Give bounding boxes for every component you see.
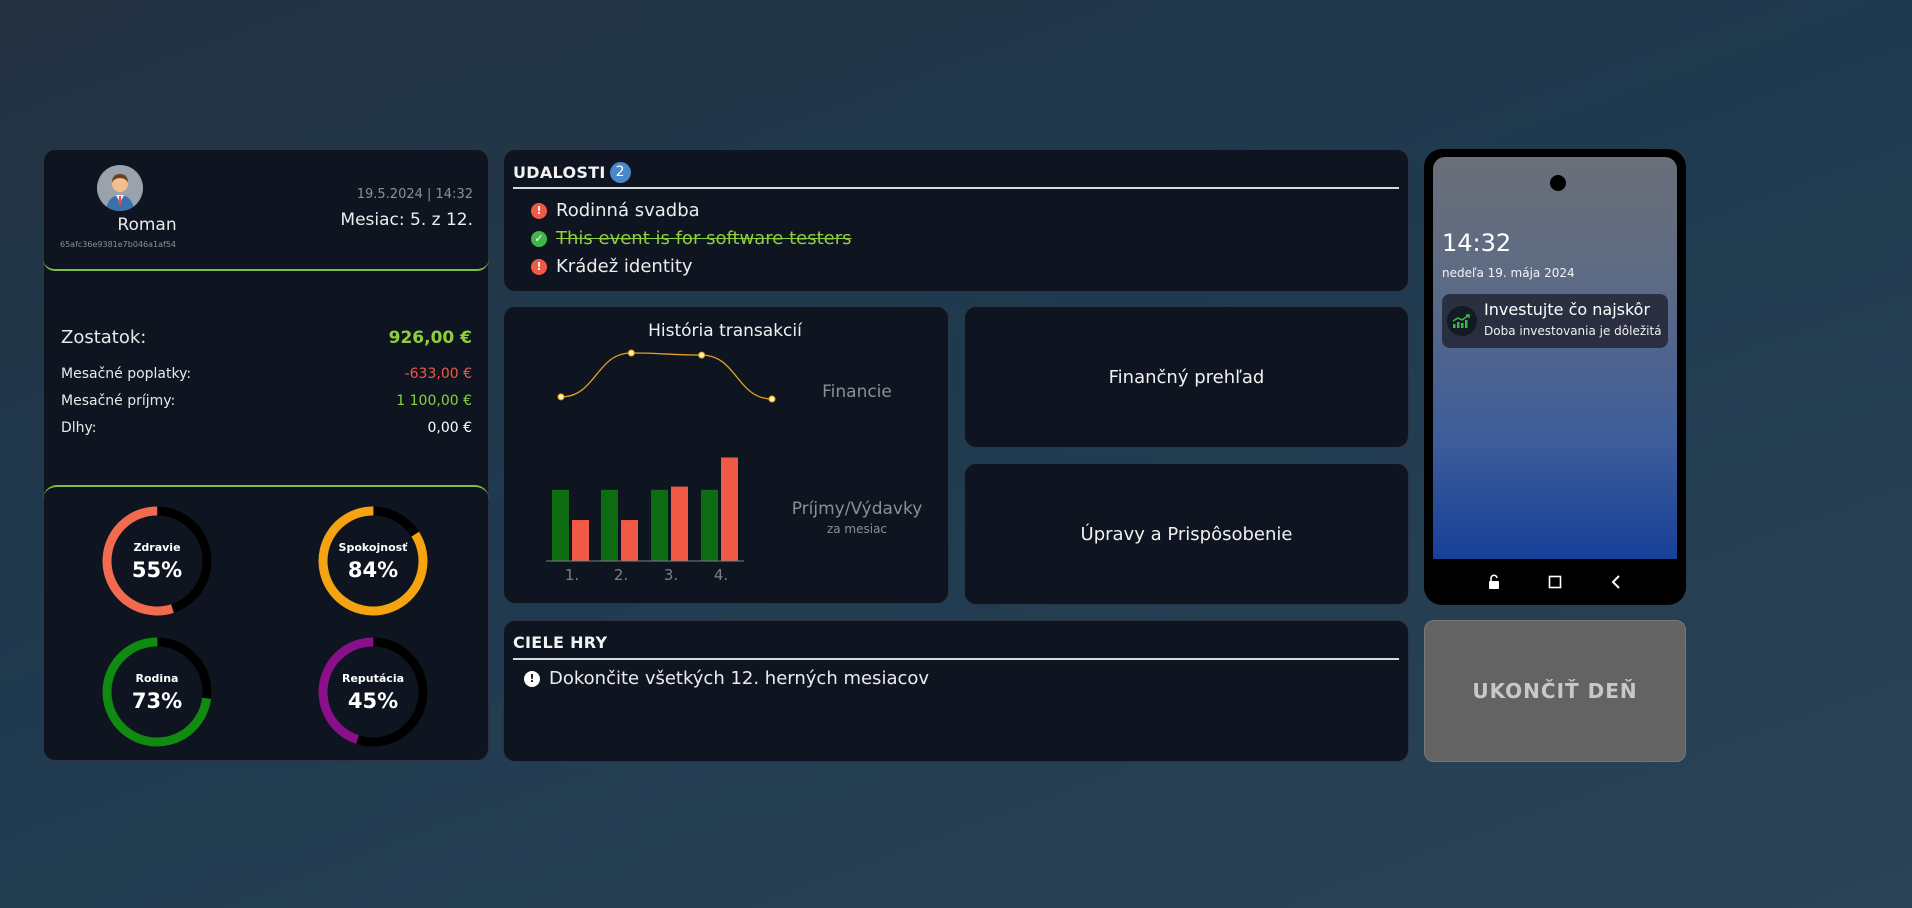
overview-label: Finančný prehľad (1108, 366, 1265, 388)
history-panel[interactable]: História transakcií Financie 1. 2. 3. 4. Pr… (503, 306, 949, 604)
events-count-badge: 2 (609, 162, 631, 183)
event-label: This event is for software testers (556, 228, 852, 249)
gauge-value: 45% (347, 689, 399, 713)
bar (601, 489, 618, 561)
unlock-icon[interactable] (1482, 570, 1506, 594)
bar (621, 520, 638, 561)
settings-label: Úpravy a Prispôsobenie (1080, 523, 1293, 545)
events-panel: UDALOSTI 2 ! Rodinná svadba ✓ This event… (503, 149, 1409, 292)
gauge-family: Rodina 73% (99, 634, 215, 750)
gauge-label: Spokojnosť (338, 541, 408, 554)
goals-title-text: CIELE HRY (513, 633, 608, 652)
bar (721, 457, 738, 561)
check-icon: ✓ (531, 230, 547, 247)
gauge-value: 55% (131, 558, 183, 582)
gauge-reputation: Reputácia 45% (315, 634, 431, 750)
profile-header: Roman 65afc36e9381e7b046a1af54 19.5.2024… (43, 149, 489, 271)
gauge-value: 73% (131, 689, 183, 713)
phone-screen: 14:32 nedeľa 19. mája 2024 Investujte čo… (1433, 157, 1677, 559)
events-title-text: UDALOSTI (513, 163, 606, 182)
avatar[interactable] (97, 165, 143, 211)
income-value: 1 100,00 € (396, 393, 472, 409)
balance-label: Zostatok: (61, 327, 147, 348)
stats-box: Zdravie 55% Spokojnosť 84% Rodina 73% Re… (43, 485, 489, 762)
financie-line (560, 352, 773, 400)
bar (552, 489, 569, 561)
line-point (768, 395, 776, 403)
x-tick-label: 3. (664, 566, 678, 584)
line-point (557, 393, 565, 401)
profile-panel: Roman 65afc36e9381e7b046a1af54 19.5.2024… (43, 149, 489, 761)
x-tick-label: 2. (614, 566, 628, 584)
bar (671, 486, 688, 561)
goal-item: ! Dokončite všetkých 12. herných mesiaco… (524, 668, 929, 689)
history-title: História transakcií (648, 321, 803, 341)
divider (513, 187, 1399, 189)
phone-date: nedeľa 19. mája 2024 (1442, 266, 1575, 280)
balance-value: 926,00 € (388, 327, 472, 348)
phone-widget: 14:32 nedeľa 19. mája 2024 Investujte čo… (1424, 149, 1686, 605)
line-point (627, 349, 635, 357)
event-label: Krádež identity (556, 256, 693, 277)
divider (513, 658, 1399, 660)
gauge-value: 84% (347, 558, 399, 582)
debts-value: 0,00 € (427, 420, 472, 436)
debts-label: Dlhy: (61, 420, 97, 436)
home-square-icon[interactable] (1543, 570, 1567, 594)
gauge-label: Reputácia (341, 672, 405, 685)
phone-clock: 14:32 (1442, 229, 1512, 257)
history-chart: História transakcií Financie 1. 2. 3. 4. Pr… (546, 321, 923, 584)
x-tick-label: 4. (714, 566, 728, 584)
financial-overview-tile[interactable]: Finančný prehľad (964, 306, 1409, 448)
exclamation-icon: ! (524, 670, 540, 687)
settings-tile[interactable]: Úpravy a Prispôsobenie (964, 463, 1409, 605)
gauge-health: Zdravie 55% (99, 503, 215, 619)
end-day-button[interactable]: UKONČIŤ DEŇ (1424, 620, 1686, 762)
datetime: 19.5.2024 | 14:32 (356, 187, 473, 202)
goal-label: Dokončite všetkých 12. herných mesiacov (549, 668, 930, 689)
fees-row: Mesačné poplatky: -633,00 € (61, 366, 472, 382)
balance-row: Zostatok: 926,00 € (61, 327, 472, 348)
x-tick-label: 1. (565, 566, 579, 584)
bar (701, 489, 718, 561)
exclamation-icon: ! (531, 202, 547, 219)
debts-row: Dlhy: 0,00 € (61, 420, 472, 436)
phone-navbar (1424, 559, 1686, 605)
event-label: Rodinná svadba (556, 200, 700, 221)
exclamation-icon: ! (531, 258, 547, 275)
line-chart-label: Financie (822, 382, 892, 402)
fees-label: Mesačné poplatky: (61, 366, 192, 382)
bar (651, 489, 668, 561)
chart-up-icon (1447, 306, 1477, 336)
gauge-satisfaction: Spokojnosť 84% (315, 503, 431, 619)
income-label: Mesačné príjmy: (61, 393, 176, 409)
user-id: 65afc36e9381e7b046a1af54 (60, 240, 177, 249)
back-icon[interactable] (1604, 570, 1628, 594)
bar-chart-sublabel: za mesiac (827, 522, 887, 536)
user-name: Roman (117, 215, 177, 235)
gauge-label: Rodina (135, 672, 179, 685)
goals-panel: CIELE HRY ! Dokončite všetkých 12. herný… (503, 620, 1409, 762)
income-row: Mesačné príjmy: 1 100,00 € (61, 393, 472, 409)
line-point (698, 351, 706, 359)
bar-chart-label: Príjmy/Výdavky (792, 499, 923, 519)
gauge-label: Zdravie (133, 541, 181, 554)
fees-value: -633,00 € (404, 366, 472, 382)
camera-icon (1550, 175, 1566, 191)
goals-title: CIELE HRY (513, 633, 607, 652)
event-item[interactable]: ! Krádež identity (531, 256, 693, 277)
event-item[interactable]: ! Rodinná svadba (531, 200, 700, 221)
event-item[interactable]: ✓ This event is for software testers (531, 228, 852, 249)
phone-notification[interactable]: Investujte čo najskôr Doba investovania … (1442, 294, 1668, 348)
notification-body: Doba investovania je dôležitá (1484, 324, 1662, 338)
month-indicator: Mesiac: 5. z 12. (340, 210, 473, 230)
events-title: UDALOSTI 2 (513, 162, 631, 183)
notification-title: Investujte čo najskôr (1484, 300, 1651, 319)
bar (572, 520, 589, 561)
